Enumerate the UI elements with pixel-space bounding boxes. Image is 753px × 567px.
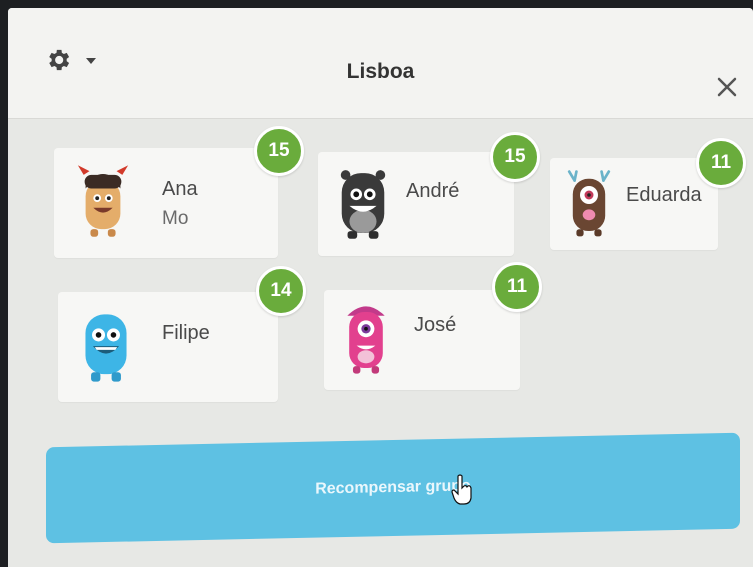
close-icon[interactable] (714, 74, 740, 100)
dialog-header: Lisboa (8, 8, 753, 119)
points-badge: 14 (256, 266, 306, 316)
student-card-ana[interactable]: Ana Mo (54, 148, 278, 258)
student-name: Filipe (162, 322, 210, 344)
points-badge: 15 (254, 126, 304, 176)
reward-group-button[interactable]: Recompensar grupo (46, 432, 740, 544)
points-badge: 11 (492, 262, 542, 312)
group-dialog: Lisboa Ana Mo 15 André 15 Eduarda 11 Fil… (8, 8, 753, 567)
pink-cyclops-monster-avatar (347, 306, 385, 374)
page-title: Lisboa (346, 60, 415, 83)
dark-grey-monster-avatar (340, 170, 386, 239)
student-card-filipe[interactable]: Filipe (58, 292, 278, 402)
brown-cyclops-monster-avatar (567, 170, 611, 237)
student-card-jose[interactable]: José (324, 290, 520, 390)
student-subtitle: Mo (162, 208, 189, 229)
student-name: José (414, 314, 457, 336)
points-badge: 11 (696, 138, 746, 188)
student-name: Ana (162, 178, 198, 200)
points-badge: 15 (490, 132, 540, 182)
student-name: André (406, 180, 460, 202)
brown-horned-monster-avatar (77, 165, 129, 237)
blue-monster-avatar (85, 314, 127, 382)
student-card-eduarda[interactable]: Eduarda (550, 158, 718, 250)
student-name: Eduarda (626, 184, 702, 206)
student-card-andre[interactable]: André (318, 152, 514, 256)
